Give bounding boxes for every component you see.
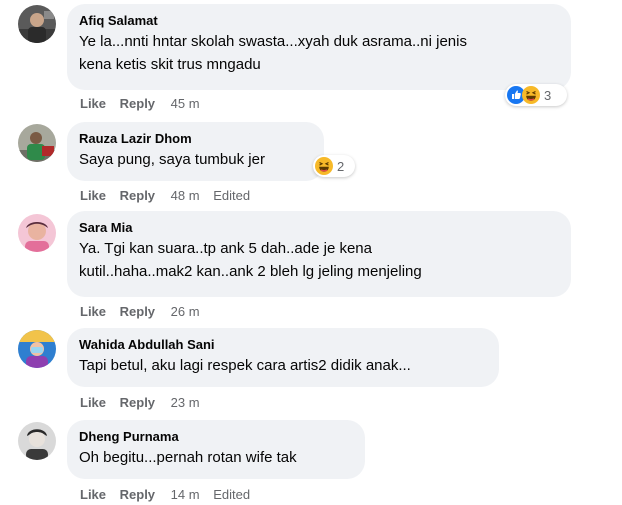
reaction-count: 2 (337, 158, 345, 174)
comment-timestamp[interactable]: 23 m (171, 395, 200, 410)
comment-timestamp[interactable]: 26 m (171, 304, 200, 319)
comment-actions: Like Reply 14 m Edited (80, 487, 260, 503)
comment-author[interactable]: Dheng Purnama (79, 428, 353, 445)
reply-button[interactable]: Reply (120, 188, 155, 203)
edited-label[interactable]: Edited (213, 188, 250, 203)
haha-icon (522, 86, 540, 104)
comment-actions: Like Reply 45 m (80, 96, 210, 112)
like-button[interactable]: Like (80, 304, 106, 319)
reaction-summary[interactable]: 2 (313, 155, 355, 177)
comment-text: Tapi betul, aku lagi respek cara artis2 … (79, 357, 411, 374)
reaction-count: 3 (544, 87, 552, 103)
like-button[interactable]: Like (80, 96, 106, 111)
comment-feed: Afiq Salamat Ye la...nnti hntar skolah s… (0, 0, 622, 505)
reply-button[interactable]: Reply (120, 395, 155, 410)
comment-actions: Like Reply 48 m Edited (80, 188, 260, 204)
reaction-summary[interactable]: 3 (505, 84, 567, 106)
avatar[interactable] (18, 124, 56, 162)
reply-button[interactable]: Reply (120, 487, 155, 502)
comment-author[interactable]: Wahida Abdullah Sani (79, 336, 487, 353)
comment-author[interactable]: Afiq Salamat (79, 12, 559, 29)
comment-actions: Like Reply 26 m (80, 304, 210, 320)
avatar[interactable] (18, 214, 56, 252)
comment-text: Ya. Tgi kan suara..tp ank 5 dah..ade je … (79, 240, 422, 280)
comment-text: Oh begitu...pernah rotan wife tak (79, 449, 297, 466)
edited-label[interactable]: Edited (213, 487, 250, 502)
comment-author[interactable]: Rauza Lazir Dhom (79, 130, 312, 147)
comment-bubble: Dheng Purnama Oh begitu...pernah rotan w… (67, 420, 365, 479)
comment-timestamp[interactable]: 48 m (171, 188, 200, 203)
comment-bubble: Rauza Lazir Dhom Saya pung, saya tumbuk … (67, 122, 324, 181)
comment-timestamp[interactable]: 14 m (171, 487, 200, 502)
haha-icon (315, 157, 333, 175)
comment-bubble: Sara Mia Ya. Tgi kan suara..tp ank 5 dah… (67, 211, 571, 297)
comment-bubble: Wahida Abdullah Sani Tapi betul, aku lag… (67, 328, 499, 387)
avatar[interactable] (18, 5, 56, 43)
like-button[interactable]: Like (80, 395, 106, 410)
comment-author[interactable]: Sara Mia (79, 219, 559, 236)
avatar[interactable] (18, 330, 56, 368)
comment-bubble: Afiq Salamat Ye la...nnti hntar skolah s… (67, 4, 571, 90)
like-button[interactable]: Like (80, 188, 106, 203)
comment-timestamp[interactable]: 45 m (171, 96, 200, 111)
reply-button[interactable]: Reply (120, 96, 155, 111)
comment-text: Ye la...nnti hntar skolah swasta...xyah … (79, 33, 467, 73)
like-button[interactable]: Like (80, 487, 106, 502)
reply-button[interactable]: Reply (120, 304, 155, 319)
comment-text: Saya pung, saya tumbuk jer (79, 151, 265, 168)
comment-actions: Like Reply 23 m (80, 395, 210, 411)
avatar[interactable] (18, 422, 56, 460)
